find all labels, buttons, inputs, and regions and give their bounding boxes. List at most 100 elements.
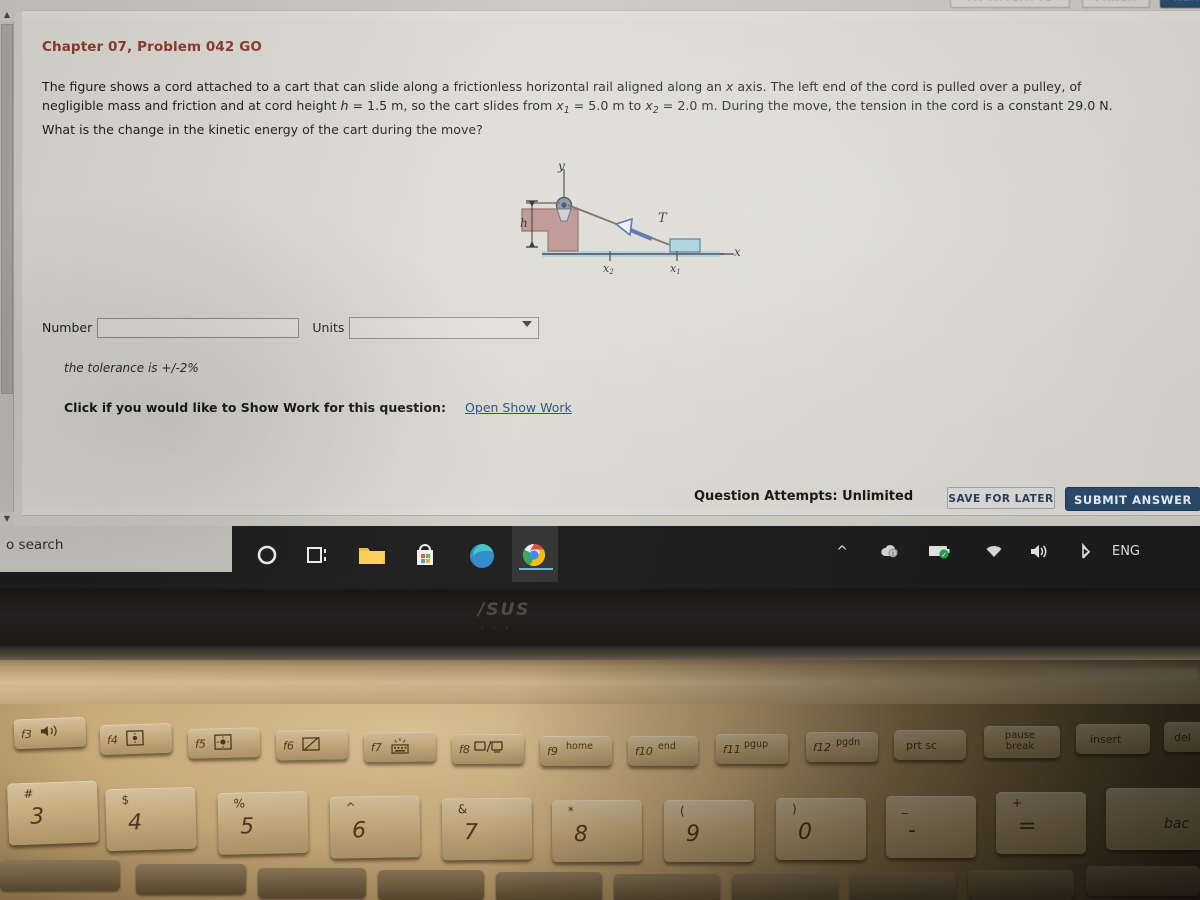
save-for-later-button[interactable]: SAVE FOR LATER — [947, 487, 1055, 509]
key-f6[interactable]: f6 — [275, 729, 349, 761]
cortana-icon[interactable] — [252, 540, 286, 570]
key-7[interactable]: & 7 — [441, 797, 533, 861]
brightness-up-icon — [213, 733, 233, 751]
units-select-wrapper[interactable] — [349, 317, 540, 339]
key-backspace[interactable]: bac — [1106, 788, 1200, 850]
scroll-down-arrow-icon[interactable]: ▼ — [0, 512, 14, 526]
question-text-seg7: What is the change in the kinetic energy… — [42, 122, 483, 137]
key-f9-label: f9 — [547, 745, 558, 758]
x1-axis-label: x1 — [670, 262, 681, 276]
key-5[interactable]: % 5 — [217, 791, 309, 855]
key-4[interactable]: $ 4 — [105, 786, 197, 852]
volume-icon[interactable] — [1028, 543, 1048, 564]
onedrive-icon[interactable]: i — [880, 542, 902, 564]
key-prt-sc[interactable]: prt sc — [894, 730, 966, 760]
file-explorer-icon[interactable] — [356, 540, 390, 570]
key-pause-break[interactable]: pause break — [984, 726, 1060, 758]
key-7-sup: & — [457, 802, 468, 817]
key-0-label: 0 — [798, 820, 812, 845]
key-f5-label: f5 — [194, 737, 207, 751]
svg-text:i: i — [892, 550, 894, 558]
show-work-row: Click if you would like to Show Work for… — [64, 397, 572, 416]
h-symbol: h — [340, 98, 349, 113]
key-row3-f[interactable] — [614, 874, 720, 900]
key-f3[interactable]: f3 — [13, 716, 87, 750]
key-minus-label: - — [908, 818, 916, 843]
key-row3-a[interactable] — [0, 860, 120, 890]
page-title: Chapter 07, Problem 042 GO — [42, 39, 262, 55]
finish-button[interactable]: FINISH — [1082, 0, 1150, 8]
key-f11-sup: pgup — [744, 739, 769, 750]
key-8[interactable]: * 8 — [551, 799, 643, 863]
key-insert[interactable]: insert — [1076, 724, 1150, 754]
key-0[interactable]: ) 0 — [776, 798, 866, 860]
key-equals[interactable]: + = — [996, 792, 1086, 854]
question-text-seg6: = 2.0 m. During the move, the tension in… — [658, 98, 1113, 113]
question-card: Chapter 07, Problem 042 GO The figure sh… — [22, 10, 1200, 515]
language-indicator[interactable]: ENG — [1112, 544, 1140, 559]
wifi-icon[interactable] — [984, 544, 1004, 564]
key-row3-b[interactable] — [136, 864, 246, 894]
key-f4[interactable]: f4 — [99, 722, 173, 756]
key-row3-d[interactable] — [378, 870, 484, 900]
key-f9[interactable]: f9 home — [540, 736, 612, 766]
key-3[interactable]: # 3 — [6, 780, 100, 846]
svg-text:✓: ✓ — [941, 551, 947, 559]
windows-taskbar: o search ^ i ✓ ENG — [0, 526, 1200, 588]
touchpad-off-icon — [301, 735, 321, 753]
tension-arrow — [614, 217, 653, 241]
task-view-icon[interactable] — [302, 540, 336, 570]
key-row3-c[interactable] — [258, 868, 366, 898]
bezel-indicator-dots: • • • — [480, 624, 512, 632]
card-bottom-edge — [22, 515, 1200, 526]
laptop-hinge — [0, 646, 1200, 660]
chrome-active-indicator — [519, 568, 553, 570]
edge-browser-icon[interactable] — [466, 540, 500, 570]
key-f7-label: f7 — [370, 741, 382, 755]
open-show-work-link[interactable]: Open Show Work — [465, 400, 572, 415]
next-button[interactable]: NEXT — [1160, 0, 1200, 8]
key-minus[interactable]: _ - — [886, 796, 976, 858]
key-6-sup: ^ — [345, 800, 356, 815]
search-input[interactable]: o search — [6, 537, 63, 553]
key-6[interactable]: ^ 6 — [329, 795, 421, 859]
number-input[interactable] — [97, 318, 300, 338]
key-f12[interactable]: f12 pgdn — [806, 732, 878, 762]
bluetooth-icon[interactable] — [1078, 542, 1094, 565]
key-8-sup: * — [567, 804, 574, 819]
submit-answer-button[interactable]: SUBMIT ANSWER — [1065, 487, 1200, 511]
microsoft-store-icon[interactable] — [410, 540, 444, 570]
scrollbar-thumb[interactable] — [1, 24, 13, 394]
question-text-seg2: axis. The left end of the cord is pulled… — [733, 79, 1082, 94]
key-6-label: 6 — [351, 818, 367, 844]
tray-chevron-up-icon[interactable]: ^ — [836, 544, 848, 560]
key-9[interactable]: ( 9 — [664, 800, 754, 862]
units-select[interactable] — [349, 317, 540, 339]
key-row3-i[interactable] — [968, 870, 1074, 900]
battery-icon[interactable]: ✓ — [928, 543, 952, 563]
my-attempts-button[interactable]: MY ATTEMPTS — [950, 0, 1070, 8]
tolerance-text: the tolerance is +/-2% — [64, 361, 199, 375]
key-3-label: 3 — [29, 804, 45, 830]
key-row3-j[interactable] — [1086, 866, 1200, 896]
key-row3-g[interactable] — [732, 874, 838, 900]
key-minus-sup: _ — [902, 800, 908, 814]
key-f10[interactable]: f10 end — [628, 736, 698, 766]
key-f7[interactable]: f7 — [363, 731, 437, 763]
vertical-scrollbar[interactable]: ▲ ▼ — [0, 8, 14, 526]
scroll-up-arrow-icon[interactable]: ▲ — [0, 8, 14, 22]
key-del[interactable]: del — [1164, 722, 1200, 752]
key-row3-e[interactable] — [496, 872, 602, 900]
key-row3-h[interactable] — [850, 872, 956, 900]
answer-row: Number Units — [42, 317, 540, 343]
key-f8[interactable]: f8 — [451, 733, 525, 765]
physics-figure-svg — [521, 169, 734, 261]
key-f11-label: f11 — [723, 743, 741, 756]
taskbar-search-box[interactable]: o search — [0, 526, 232, 572]
key-f5[interactable]: f5 — [187, 727, 261, 759]
key-f11[interactable]: f11 pgup — [716, 734, 788, 764]
chrome-browser-icon[interactable] — [519, 540, 553, 570]
chrome-taskbar-button[interactable] — [512, 526, 558, 582]
show-work-label: Click if you would like to Show Work for… — [64, 400, 446, 415]
units-label: Units — [312, 320, 345, 335]
